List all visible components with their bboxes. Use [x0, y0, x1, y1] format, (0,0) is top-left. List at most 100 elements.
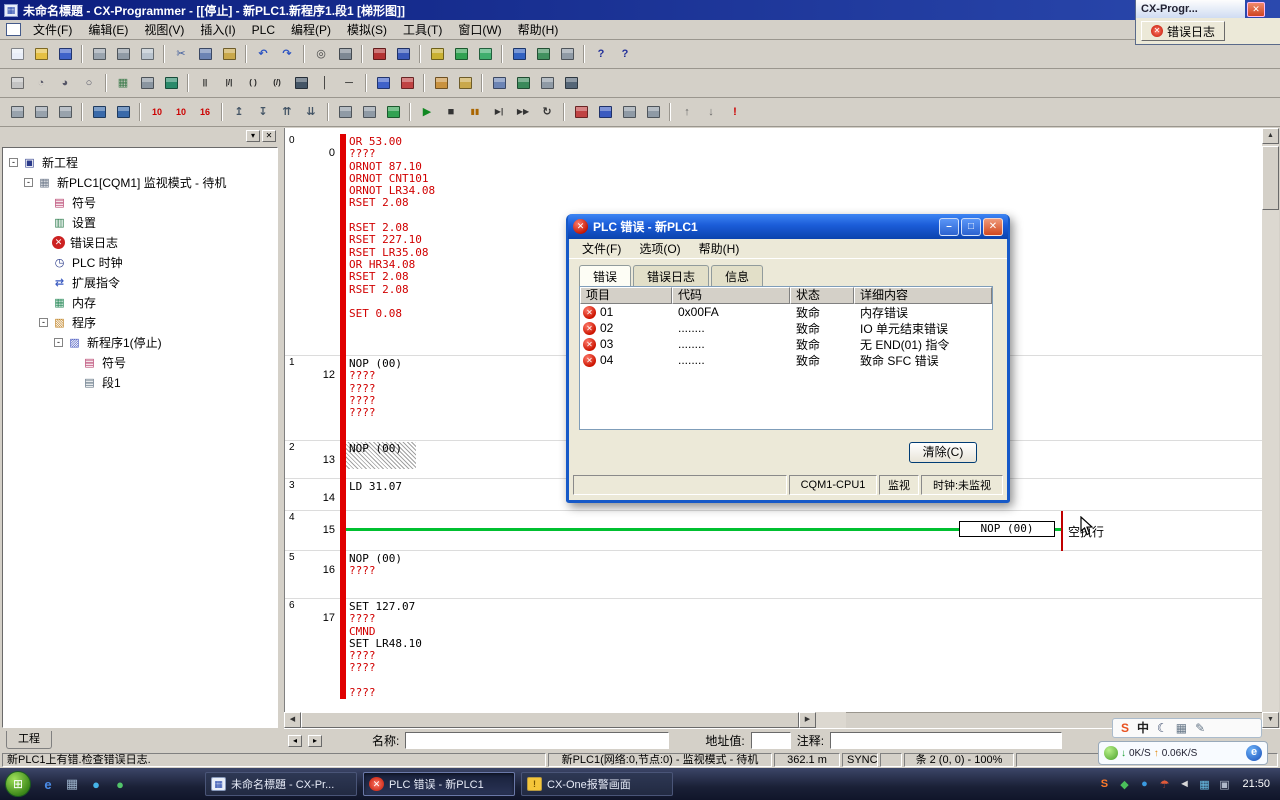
ime-logo-icon[interactable]: S — [1121, 722, 1129, 734]
copy-icon[interactable] — [194, 44, 216, 65]
simulate-run-icon[interactable]: ▶ — [416, 102, 438, 123]
error-row-02[interactable]: ✕02........致命IO 单元结束错误 — [580, 320, 992, 336]
symbol-table-icon[interactable] — [160, 73, 182, 94]
tree-expand-box[interactable]: - — [54, 338, 63, 347]
dialog-titlebar[interactable]: ✕ PLC 错误 - 新PLC1 – □ ✕ — [568, 214, 1008, 239]
dialog-tab-0[interactable]: 错误 — [579, 265, 631, 287]
block-down-icon[interactable]: ⇊ — [300, 102, 322, 123]
mnemonic-view-icon[interactable] — [112, 102, 134, 123]
window-split-icon[interactable] — [6, 102, 28, 123]
instruction-line[interactable]: LD 31.07 — [349, 481, 402, 493]
dialog-close-button[interactable]: ✕ — [983, 218, 1003, 236]
block-up-icon[interactable]: ⇈ — [276, 102, 298, 123]
name-input[interactable] — [405, 732, 669, 749]
compare-with-plc-icon[interactable] — [556, 44, 578, 65]
horizontal-connector-icon[interactable]: ─ — [338, 73, 360, 94]
input-method-bar[interactable]: S中☾▦✎ — [1112, 718, 1262, 738]
menu-item-3[interactable]: 插入(I) — [192, 19, 243, 40]
rung-down-icon[interactable]: ↧ — [252, 102, 274, 123]
messenger-icon[interactable]: ● — [1136, 776, 1152, 792]
tree-item-3[interactable]: ▥设置 — [3, 212, 277, 232]
child-window-icon[interactable] — [6, 23, 21, 36]
step-in-icon[interactable]: ▶▶ — [512, 102, 534, 123]
undo-icon[interactable]: ↶ — [252, 44, 274, 65]
green-shield-icon[interactable]: ◆ — [1116, 776, 1132, 792]
vertical-scroll-thumb[interactable] — [1262, 146, 1279, 210]
context-help-icon[interactable]: ? — [614, 44, 636, 65]
window-close-button[interactable]: ✕ — [1247, 2, 1265, 17]
column-header-3[interactable]: 详细内容 — [854, 287, 992, 304]
tree-item-11[interactable]: ▤段1 — [3, 372, 277, 392]
menu-item-7[interactable]: 工具(T) — [395, 19, 450, 40]
taskbar-task-0[interactable]: ▦未命名標題 - CX-Pr... — [205, 772, 357, 796]
comment-input[interactable] — [830, 732, 1062, 749]
dialog-menu-item-0[interactable]: 文件(F) — [573, 238, 630, 259]
dialog-tab-1[interactable]: 错误日志 — [633, 265, 709, 287]
new-closed-coil-icon[interactable]: (/) — [266, 73, 288, 94]
replace-icon[interactable] — [334, 44, 356, 65]
find-icon[interactable]: ◎ — [310, 44, 332, 65]
instruction-line[interactable]: RSET 2.08 — [349, 197, 435, 209]
ruler-toggle-icon[interactable] — [136, 73, 158, 94]
vertical-scrollbar[interactable]: ▲ ▼ — [1262, 128, 1279, 728]
instruction-line[interactable]: ???? — [349, 565, 402, 577]
ime-settings-icon[interactable]: ✎ — [1195, 722, 1205, 734]
tree-item-6[interactable]: ⇄扩展指令 — [3, 272, 277, 292]
zoom-out-icon[interactable]: ◔ — [30, 73, 52, 94]
new-coil-icon[interactable]: ( ) — [242, 73, 264, 94]
scroll-up-button[interactable]: ▲ — [1262, 128, 1279, 144]
new-instruction-icon[interactable] — [290, 73, 312, 94]
io-comment-view-icon[interactable] — [560, 73, 582, 94]
monitor-toggle-icon[interactable] — [382, 102, 404, 123]
tree-item-1[interactable]: -▦新PLC1[CQM1] 监视模式 - 待机 — [3, 172, 277, 192]
error-log-button[interactable]: ✕ 错误日志 — [1141, 21, 1225, 41]
dialog-maximize-button[interactable]: □ — [961, 218, 981, 236]
start-button[interactable]: ⊞ — [5, 771, 31, 797]
instruction-line[interactable]: RSET 2.08 — [349, 271, 435, 283]
cascade-windows-icon[interactable] — [30, 102, 52, 123]
horizontal-scroll-thumb[interactable] — [301, 712, 799, 728]
umbrella-icon[interactable]: ☂ — [1156, 776, 1172, 792]
menu-item-1[interactable]: 编辑(E) — [80, 19, 136, 40]
zoom-16-icon[interactable]: 16 — [194, 102, 216, 123]
half-full-toggle-icon[interactable]: ☾ — [1157, 722, 1168, 734]
redo-icon[interactable]: ↷ — [276, 44, 298, 65]
cross-reference-icon[interactable] — [536, 73, 558, 94]
transfer-from-plc-icon[interactable] — [532, 44, 554, 65]
instruction-line[interactable]: ???? — [349, 662, 422, 674]
instruction-line[interactable]: RSET 2.08 — [349, 284, 435, 296]
instruction-line[interactable]: ???? — [349, 687, 422, 699]
nop-instruction-box[interactable]: NOP (00) — [959, 521, 1055, 537]
tree-expand-box[interactable]: - — [24, 178, 33, 187]
debug-mode-icon[interactable] — [358, 102, 380, 123]
tree-expand-box[interactable]: - — [39, 318, 48, 327]
simulate-pause-icon[interactable]: ▮▮ — [464, 102, 486, 123]
instruction-line[interactable]: ???? — [349, 407, 402, 419]
watch-window-icon[interactable] — [512, 73, 534, 94]
ime-indicator-icon[interactable]: S — [1096, 776, 1112, 792]
instruction-line[interactable]: NOP (00) — [349, 443, 402, 455]
monitor-mode-icon[interactable] — [450, 44, 472, 65]
ladder-rung-4[interactable]: 415NOP (00)空执行 — [285, 510, 1262, 550]
delete-rung-icon[interactable] — [396, 73, 418, 94]
column-header-1[interactable]: 代码 — [672, 287, 790, 304]
set-value-icon[interactable] — [642, 102, 664, 123]
cn-mode-icon[interactable]: 中 — [1137, 722, 1149, 734]
step-run-icon[interactable]: ▶| — [488, 102, 510, 123]
compile-icon[interactable] — [368, 44, 390, 65]
menu-item-4[interactable]: PLC — [244, 21, 283, 39]
dialog-tab-2[interactable]: 信息 — [711, 265, 763, 287]
tree-item-2[interactable]: ▤符号 — [3, 192, 277, 212]
force-on-icon[interactable] — [570, 102, 592, 123]
dialog-minimize-button[interactable]: – — [939, 218, 959, 236]
tree-expand-box[interactable]: - — [9, 158, 18, 167]
green-app-icon[interactable]: ● — [110, 774, 130, 794]
tree-item-7[interactable]: ▦内存 — [3, 292, 277, 312]
force-off-icon[interactable] — [594, 102, 616, 123]
instruction-line[interactable]: RSET 227.10 — [349, 234, 435, 246]
tree-item-9[interactable]: -▨新程序1(停止) — [3, 332, 277, 352]
column-header-0[interactable]: 项目 — [580, 287, 672, 304]
new-closed-contact-icon[interactable]: |/| — [218, 73, 240, 94]
scroll-right-button[interactable]: ▶ — [799, 712, 816, 728]
address-reference-icon[interactable] — [488, 73, 510, 94]
